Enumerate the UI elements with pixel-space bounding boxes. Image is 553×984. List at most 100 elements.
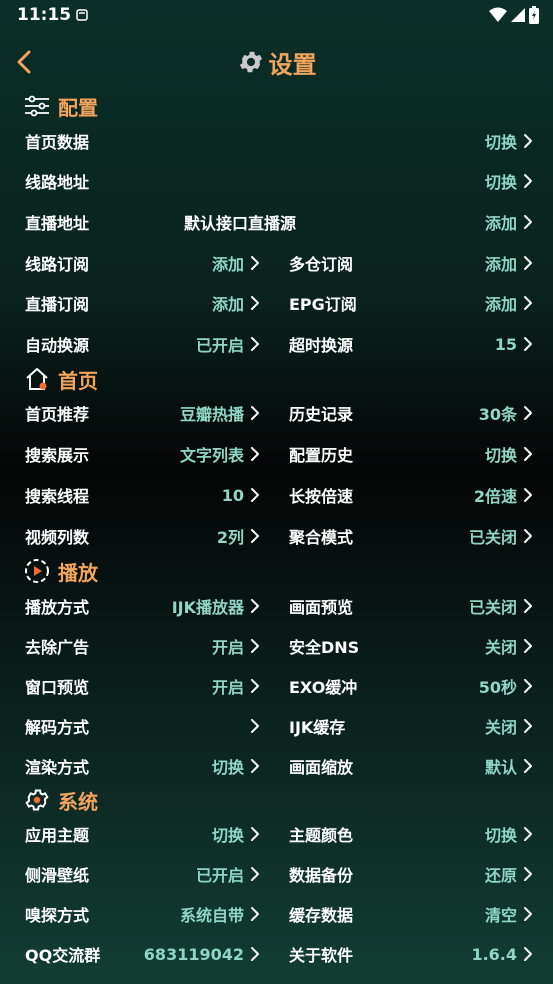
- setting-value: 添加: [484, 255, 517, 274]
- setting-exo-buffer[interactable]: EXO缓冲 50秒: [276, 667, 553, 705]
- setting-value: 1.6.4: [471, 944, 517, 964]
- chevron-right-icon: [524, 719, 532, 733]
- chevron-right-icon: [251, 447, 259, 461]
- notification-icon: [76, 9, 88, 21]
- row-qq-group: QQ交流群 683119042 关于软件 1.6.4: [0, 935, 553, 973]
- chevron-right-icon: [251, 867, 259, 881]
- setting-label: 配置历史: [289, 446, 354, 465]
- setting-play-mode[interactable]: 播放方式 IJK播放器: [0, 587, 276, 625]
- setting-value: 10: [221, 485, 244, 505]
- setting-line-addr[interactable]: 线路地址 切换: [0, 162, 553, 200]
- setting-label: 关于软件: [289, 946, 354, 965]
- row-video-columns: 视频列数 2列 聚合模式 已关闭: [0, 517, 553, 555]
- setting-history[interactable]: 历史记录 30条: [276, 394, 553, 432]
- setting-value: IJK播放器: [171, 598, 244, 617]
- setting-value: 已开启: [195, 866, 244, 885]
- chevron-right-icon: [251, 406, 259, 420]
- setting-value: 切换: [484, 446, 517, 465]
- setting-window-preview[interactable]: 窗口预览 开启: [0, 667, 276, 705]
- setting-value: 切换: [484, 826, 517, 845]
- setting-safe-dns[interactable]: 安全DNS 关闭: [276, 627, 553, 665]
- setting-cache-data[interactable]: 缓存数据 清空: [276, 895, 553, 933]
- setting-search-display[interactable]: 搜索展示 文字列表: [0, 435, 276, 473]
- section-title-config: 配置: [58, 95, 98, 120]
- chevron-right-icon: [524, 599, 532, 613]
- setting-live-sub[interactable]: 直播订阅 添加: [0, 284, 276, 322]
- chevron-right-icon: [251, 679, 259, 693]
- setting-value: 关闭: [484, 718, 517, 737]
- row-sniff-mode: 嗅探方式 系统自带 缓存数据 清空: [0, 895, 553, 933]
- setting-long-press-speed[interactable]: 长按倍速 2倍速: [276, 476, 553, 514]
- row-app-theme: 应用主题 切换 主题颜色 切换: [0, 815, 553, 853]
- setting-render-mode[interactable]: 渲染方式 切换: [0, 747, 276, 785]
- setting-value: 切换: [211, 826, 244, 845]
- setting-live-addr[interactable]: 直播地址 默认接口直播源 添加: [0, 203, 553, 241]
- chevron-right-icon: [251, 256, 259, 270]
- setting-data-backup[interactable]: 数据备份 还原: [276, 855, 553, 893]
- setting-value: 系统自带: [179, 906, 244, 925]
- setting-recommend[interactable]: 首页推荐 豆瓣热播: [0, 394, 276, 432]
- chevron-right-icon: [251, 488, 259, 502]
- setting-label: 应用主题: [25, 826, 90, 845]
- setting-label: 画面预览: [289, 598, 354, 617]
- setting-timeout-switch[interactable]: 超时换源 15: [276, 325, 553, 363]
- setting-aggregate-mode[interactable]: 聚合模式 已关闭: [276, 517, 553, 555]
- setting-label: 数据备份: [289, 866, 354, 885]
- setting-video-columns[interactable]: 视频列数 2列: [0, 517, 276, 555]
- sliders-icon: [25, 95, 49, 117]
- setting-value: 添加: [211, 295, 244, 314]
- setting-remove-ads[interactable]: 去除广告 开启: [0, 627, 276, 665]
- row-home-data: 首页数据 切换: [0, 122, 553, 160]
- setting-label: 侧滑壁纸: [25, 866, 90, 885]
- setting-auto-switch[interactable]: 自动换源 已开启: [0, 325, 276, 363]
- setting-value: 50秒: [478, 678, 517, 697]
- setting-value: 已开启: [195, 336, 244, 355]
- setting-theme-color[interactable]: 主题颜色 切换: [276, 815, 553, 853]
- chevron-right-icon: [251, 719, 259, 733]
- setting-ijk-cache[interactable]: IJK缓存 关闭: [276, 707, 553, 745]
- setting-home-data[interactable]: 首页数据 切换: [0, 122, 553, 160]
- section-title-home: 首页: [58, 368, 98, 393]
- row-live-epg: 直播订阅 添加 EPG订阅 添加: [0, 284, 553, 322]
- status-icons: [489, 6, 539, 24]
- setting-epg-sub[interactable]: EPG订阅 添加: [276, 284, 553, 322]
- chevron-right-icon: [524, 296, 532, 310]
- signal-icon: [511, 8, 525, 22]
- chevron-right-icon: [524, 488, 532, 502]
- title-wrap: 设置: [0, 44, 553, 80]
- setting-label: 首页数据: [25, 133, 90, 152]
- setting-sniff-mode[interactable]: 嗅探方式 系统自带: [0, 895, 276, 933]
- gear-icon: [25, 789, 49, 811]
- chevron-right-icon: [251, 296, 259, 310]
- setting-about[interactable]: 关于软件 1.6.4: [276, 935, 553, 973]
- setting-decode-mode[interactable]: 解码方式: [0, 707, 276, 745]
- row-window-preview: 窗口预览 开启 EXO缓冲 50秒: [0, 667, 553, 705]
- chevron-right-icon: [251, 907, 259, 921]
- row-live-addr: 直播地址 默认接口直播源 添加: [0, 203, 553, 241]
- setting-value: 30条: [478, 405, 517, 424]
- chevron-right-icon: [251, 639, 259, 653]
- setting-multi-sub[interactable]: 多仓订阅 添加: [276, 244, 553, 282]
- setting-value: 添加: [484, 214, 517, 233]
- setting-label: IJK缓存: [289, 718, 346, 737]
- setting-label: 解码方式: [25, 718, 90, 737]
- status-time: 11:15: [17, 5, 72, 25]
- setting-picture-preview[interactable]: 画面预览 已关闭: [276, 587, 553, 625]
- setting-app-theme[interactable]: 应用主题 切换: [0, 815, 276, 853]
- setting-config-history[interactable]: 配置历史 切换: [276, 435, 553, 473]
- setting-label: 自动换源: [25, 336, 90, 355]
- setting-value: 2列: [216, 528, 244, 547]
- chevron-right-icon: [251, 337, 259, 351]
- chevron-right-icon: [524, 215, 532, 229]
- setting-label: 直播地址: [25, 214, 90, 233]
- setting-line-sub[interactable]: 线路订阅 添加: [0, 244, 276, 282]
- setting-search-threads[interactable]: 搜索线程 10: [0, 476, 276, 514]
- setting-side-wallpaper[interactable]: 侧滑壁纸 已开启: [0, 855, 276, 893]
- setting-picture-scale[interactable]: 画面缩放 默认: [276, 747, 553, 785]
- chevron-right-icon: [524, 907, 532, 921]
- setting-value: 豆瓣热播: [179, 405, 244, 424]
- chevron-right-icon: [524, 867, 532, 881]
- row-auto-switch: 自动换源 已开启 超时换源 15: [0, 325, 553, 363]
- setting-qq-group[interactable]: QQ交流群 683119042: [0, 935, 276, 973]
- setting-value: 切换: [211, 758, 244, 777]
